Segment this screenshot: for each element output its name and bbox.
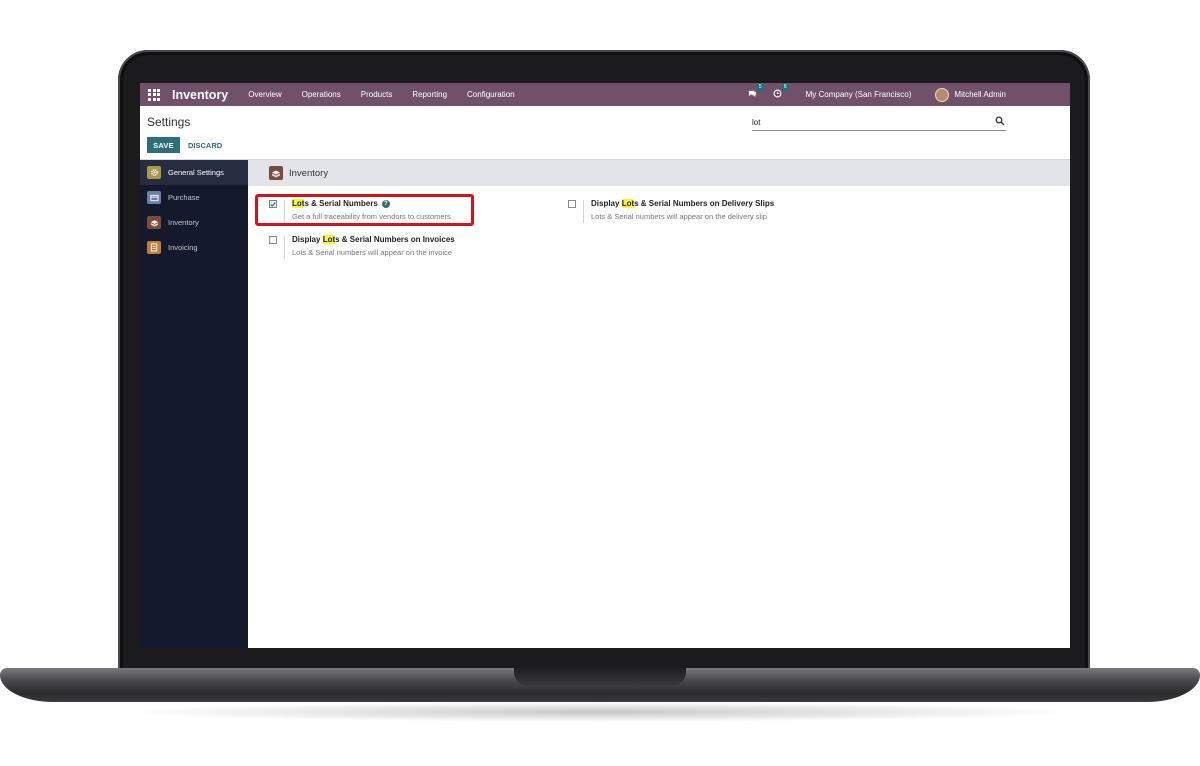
sidebar-item-label: Invoicing <box>168 243 198 252</box>
discard-button[interactable]: DISCARD <box>188 137 222 153</box>
top-navbar: Inventory Overview Operations Products R… <box>140 83 1070 106</box>
search-input[interactable] <box>752 115 987 129</box>
setting-title-text: s & Serial Numbers on Delivery Slips <box>634 199 775 208</box>
setting-description: Lots & Serial numbers will appear on the… <box>591 212 767 221</box>
company-switcher[interactable]: My Company (San Francisco) <box>806 90 912 99</box>
app-name[interactable]: Inventory <box>172 88 228 102</box>
setting-title-text: s & Serial Numbers on Invoices <box>335 235 455 244</box>
sidebar-item-label: Purchase <box>168 193 200 202</box>
setting-title-prefix: Display <box>591 199 622 208</box>
save-button[interactable]: SAVE <box>147 137 180 153</box>
search-highlight: Lot <box>292 199 305 208</box>
inventory-box-icon <box>269 166 283 180</box>
activities-count-badge: 6 <box>781 84 789 91</box>
menu-operations[interactable]: Operations <box>302 90 341 99</box>
invoice-checkbox[interactable] <box>269 236 277 244</box>
user-avatar[interactable] <box>935 87 950 102</box>
setting-description: Lots & Serial numbers will appear on the… <box>292 248 453 257</box>
setting-lots-serial-numbers: Lots & Serial Numbers? Get a full tracea… <box>269 199 469 225</box>
laptop-notch <box>514 668 686 686</box>
sidebar-item-label: General Settings <box>168 168 224 177</box>
menu-products[interactable]: Products <box>361 90 393 99</box>
apps-menu-icon[interactable] <box>148 88 160 101</box>
setting-title: Lots & Serial Numbers? <box>292 199 390 208</box>
search-highlight: Lot <box>621 199 635 208</box>
messages-icon[interactable]: 5 <box>748 84 764 100</box>
setting-divider <box>284 236 285 259</box>
setting-title-prefix: Display <box>292 235 323 244</box>
search-highlight: Lot <box>322 235 336 244</box>
menu-configuration[interactable]: Configuration <box>467 90 515 99</box>
sidebar-item-purchase[interactable]: Purchase <box>140 185 248 210</box>
help-question-icon[interactable]: ? <box>381 200 390 208</box>
setting-lots-on-delivery-slips: Display Lots & Serial Numbers on Deliver… <box>568 199 828 225</box>
page-title: Settings <box>147 115 191 129</box>
search-bar <box>752 114 1006 131</box>
delivery-slip-checkbox[interactable] <box>568 200 576 208</box>
activities-clock-icon[interactable]: 6 <box>773 84 789 100</box>
main-menu: Overview Operations Products Reporting C… <box>248 90 534 99</box>
purchase-card-icon <box>147 191 161 204</box>
gear-icon <box>147 166 161 179</box>
settings-sidebar: General Settings Purchase Inventory Invo… <box>140 160 248 648</box>
search-icon[interactable] <box>995 116 1005 126</box>
setting-lots-on-invoices: Display Lots & Serial Numbers on Invoice… <box>269 235 489 261</box>
section-header: Inventory <box>248 160 1070 186</box>
setting-description: Get a full traceability from vendors to … <box>292 212 451 221</box>
laptop-shadow <box>120 702 1080 722</box>
menu-reporting[interactable]: Reporting <box>412 90 447 99</box>
messages-count-badge: 5 <box>756 84 764 91</box>
section-title: Inventory <box>289 167 329 179</box>
settings-content: Inventory Lots & Serial Numbers? Get a f… <box>248 160 1070 648</box>
sidebar-item-label: Inventory <box>168 218 199 227</box>
navbar-right: 5 6 My Company (San Francisco) Mitchell … <box>748 84 1006 102</box>
lots-serial-checkbox[interactable] <box>269 200 277 208</box>
sidebar-item-inventory[interactable]: Inventory <box>140 210 248 235</box>
setting-divider <box>583 200 584 223</box>
inventory-box-icon <box>147 216 161 229</box>
sidebar-item-invoicing[interactable]: Invoicing <box>140 235 248 260</box>
setting-title: Display Lots & Serial Numbers on Deliver… <box>591 199 774 208</box>
setting-title-text: s & Serial Numbers <box>304 199 378 208</box>
control-panel: Settings SAVE DISCARD <box>140 106 1070 160</box>
setting-divider <box>284 200 285 223</box>
setting-title: Display Lots & Serial Numbers on Invoice… <box>292 235 455 244</box>
invoice-doc-icon <box>147 241 161 254</box>
laptop-screen: Inventory Overview Operations Products R… <box>140 83 1070 648</box>
sidebar-item-general-settings[interactable]: General Settings <box>140 160 248 185</box>
user-menu[interactable]: Mitchell Admin <box>954 90 1006 99</box>
menu-overview[interactable]: Overview <box>248 90 281 99</box>
